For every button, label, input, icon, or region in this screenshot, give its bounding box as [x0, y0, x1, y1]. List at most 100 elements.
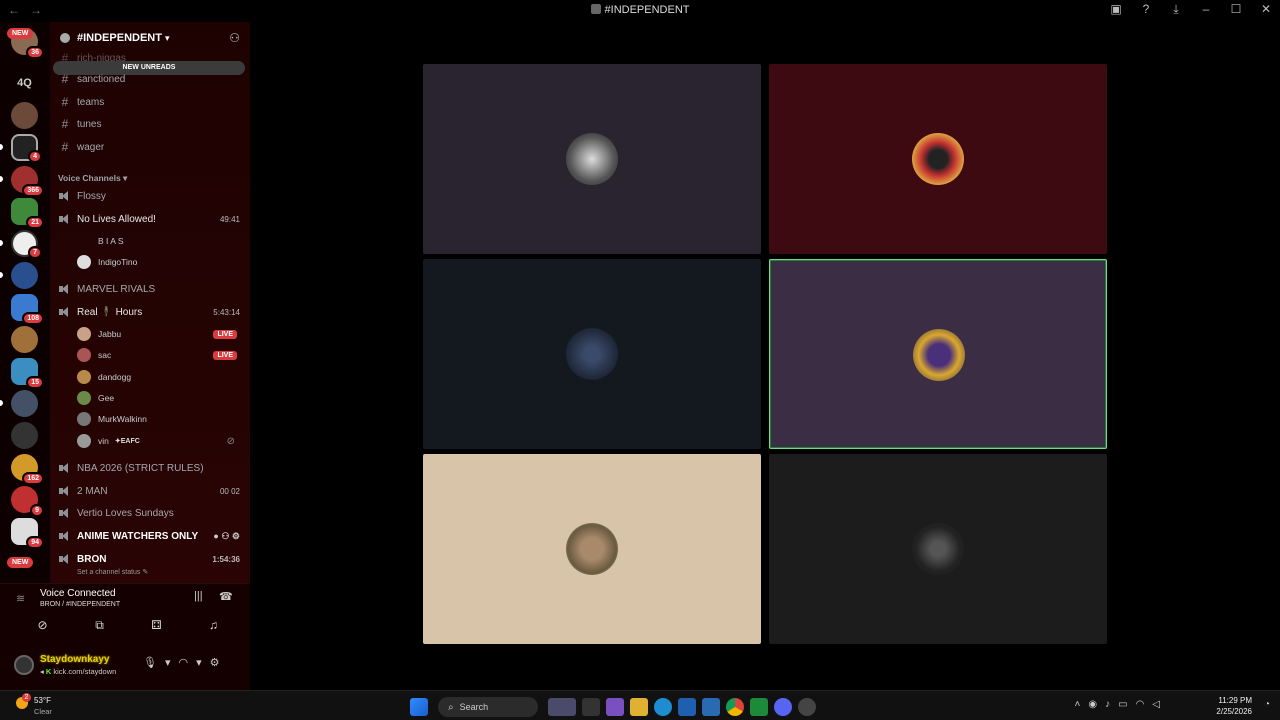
- account-name[interactable]: Staydownkayy: [40, 654, 109, 665]
- settings-gear-icon[interactable]: ⚙: [210, 656, 220, 669]
- close-button[interactable]: ✕: [1258, 2, 1274, 17]
- avatar: [912, 523, 964, 575]
- inbox-icon[interactable]: ▣: [1108, 2, 1124, 17]
- voice-user[interactable]: IndigoTino: [77, 252, 245, 272]
- voice-user[interactable]: Gee: [77, 388, 245, 408]
- voice-channel-real-hours[interactable]: Real 🕴 Hours 5:43:14: [58, 302, 244, 322]
- unread-pip: [0, 176, 3, 182]
- notification-bell-icon[interactable]: ◔: [1264, 699, 1270, 710]
- voice-channel-no-lives[interactable]: No Lives Allowed! 49:41: [58, 209, 244, 229]
- channel-status[interactable]: Set a channel status ✎: [77, 568, 148, 576]
- server-icon[interactable]: [11, 422, 38, 449]
- server-icon[interactable]: 7: [11, 230, 42, 259]
- microphone-icon[interactable]: 🎙︎: [143, 656, 157, 669]
- voice-user[interactable]: Jabbu LIVE: [77, 324, 245, 344]
- screen-share-icon[interactable]: ⧉: [71, 618, 128, 633]
- weather-badge: 2: [22, 693, 31, 702]
- edge-icon[interactable]: [654, 698, 672, 716]
- server-icon[interactable]: 94: [11, 518, 44, 549]
- soundboard-icon[interactable]: ♫: [185, 618, 242, 633]
- activities-icon[interactable]: ⚃: [128, 618, 185, 633]
- channel-tunes[interactable]: # tunes: [58, 114, 244, 134]
- voice-channel-flossy[interactable]: Flossy: [58, 186, 244, 206]
- unread-pip: [0, 272, 3, 278]
- server-icon-4q[interactable]: 4Q: [11, 69, 38, 96]
- avatar[interactable]: [14, 655, 34, 675]
- task-view-icon[interactable]: [582, 698, 600, 716]
- server-icon[interactable]: 108: [11, 294, 44, 325]
- participant-tile-speaking[interactable]: [769, 259, 1107, 449]
- participant-tile[interactable]: [423, 64, 761, 254]
- help-icon[interactable]: ?: [1138, 2, 1154, 17]
- voice-channel-2man[interactable]: 2 MAN 00 02: [58, 481, 244, 501]
- voice-channel-bron[interactable]: BRON 1:54:36: [58, 549, 244, 569]
- minimize-button[interactable]: –: [1198, 2, 1214, 17]
- chevron-up-icon[interactable]: ˄: [1075, 699, 1081, 710]
- app-icon[interactable]: [798, 698, 816, 716]
- wifi-icon[interactable]: ◠: [1136, 699, 1145, 710]
- speaker-icon: [58, 214, 70, 224]
- server-icon[interactable]: 9: [11, 486, 44, 517]
- participant-tile[interactable]: [423, 454, 761, 644]
- add-member-icon[interactable]: ⚇: [229, 31, 240, 45]
- server-icon[interactable]: 4: [11, 134, 42, 163]
- channel-action-icons[interactable]: ● ⚇ ⚙: [213, 531, 240, 542]
- channel-sanctioned[interactable]: # sanctioned: [58, 69, 244, 89]
- voice-user[interactable]: dandogg: [77, 367, 245, 387]
- app-icon[interactable]: [750, 698, 768, 716]
- new-badge: NEW: [7, 28, 34, 39]
- participant-tile[interactable]: [423, 259, 761, 449]
- server-icon[interactable]: [11, 326, 38, 353]
- server-rail: 36 NEW 4Q 4 366 21 7 108 15 162 9 94 NEW: [0, 22, 50, 590]
- voice-user[interactable]: MurkWalkinn: [77, 409, 245, 429]
- voice-category[interactable]: Voice Channels ▾: [58, 173, 127, 184]
- server-icon[interactable]: 21: [11, 198, 44, 229]
- headphones-icon[interactable]: ◠: [179, 656, 189, 669]
- voice-channel-anime[interactable]: ANIME WATCHERS ONLY ● ⚇ ⚙: [58, 526, 244, 546]
- outlook-icon[interactable]: [702, 698, 720, 716]
- battery-icon[interactable]: ▭: [1118, 699, 1127, 710]
- microphone-icon[interactable]: ♪: [1105, 699, 1110, 710]
- noise-suppression-icon[interactable]: |||: [194, 590, 203, 602]
- speaker-icon: [58, 307, 70, 317]
- voice-channel-nba[interactable]: NBA 2026 (STRICT RULES): [58, 458, 244, 478]
- chevron-down-icon[interactable]: ▾: [165, 656, 171, 669]
- download-icon[interactable]: ⤓: [1168, 2, 1184, 17]
- participant-tile[interactable]: [769, 454, 1107, 644]
- taskbar-search[interactable]: ⌕ Search: [438, 697, 538, 717]
- store-icon[interactable]: [678, 698, 696, 716]
- maximize-button[interactable]: ☐: [1228, 2, 1244, 17]
- voice-connected-channel[interactable]: BRON / #INDEPENDENT: [40, 601, 120, 608]
- voice-user[interactable]: vin ✦EAFC ⊘: [77, 431, 245, 451]
- voice-user[interactable]: B I A S: [77, 231, 245, 251]
- clock[interactable]: 11:29 PM 2/25/2026: [1216, 695, 1252, 717]
- server-icon[interactable]: 366: [11, 166, 44, 197]
- file-explorer-icon[interactable]: [630, 698, 648, 716]
- channel-wager[interactable]: # wager: [58, 137, 244, 157]
- volume-icon[interactable]: ◁: [1152, 699, 1160, 710]
- camera-off-icon[interactable]: ⊘: [14, 618, 71, 633]
- tray-app-icon[interactable]: ◉: [1088, 699, 1097, 710]
- app-icon[interactable]: [606, 698, 624, 716]
- account-status: ◂ K kick.com/staydown: [40, 667, 117, 676]
- chevron-down-icon[interactable]: ▾: [196, 656, 202, 669]
- voice-connected-title[interactable]: Voice Connected: [40, 588, 116, 599]
- voice-user[interactable]: sac LIVE: [77, 345, 245, 365]
- server-icon[interactable]: 162: [11, 454, 44, 485]
- participant-tile[interactable]: [769, 64, 1107, 254]
- discord-icon[interactable]: [774, 698, 792, 716]
- signal-icon[interactable]: ≋: [16, 592, 25, 605]
- voice-channel-vertio[interactable]: Vertio Loves Sundays: [58, 503, 244, 523]
- windows-start-icon[interactable]: [410, 698, 428, 716]
- server-icon[interactable]: [11, 390, 38, 417]
- channel-teams[interactable]: # teams: [58, 92, 244, 112]
- server-icon[interactable]: 15: [11, 358, 44, 389]
- server-icon[interactable]: [11, 262, 38, 289]
- voice-channel-marvel[interactable]: MARVEL RIVALS: [58, 279, 244, 299]
- widgets-icon[interactable]: [548, 698, 576, 716]
- speaker-icon: [58, 508, 70, 518]
- chrome-icon[interactable]: [726, 698, 744, 716]
- server-icon[interactable]: [11, 102, 38, 129]
- disconnect-icon[interactable]: ☎: [219, 590, 233, 603]
- hash-icon: #: [61, 140, 69, 154]
